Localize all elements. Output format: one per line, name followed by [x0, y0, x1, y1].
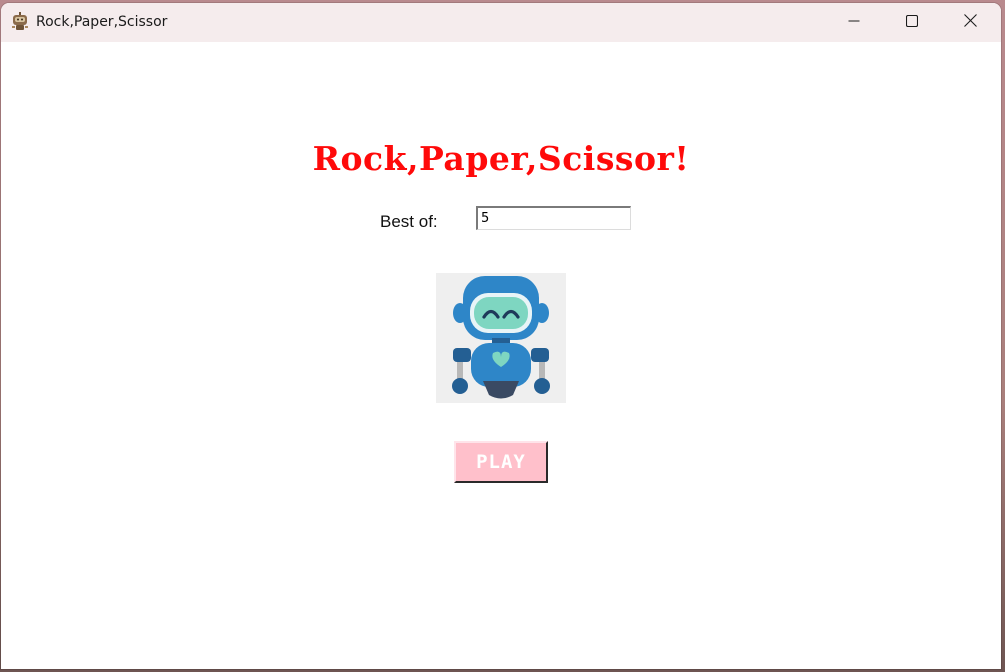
title-bar[interactable]: Rock,Paper,Scissor — [1, 3, 1001, 42]
close-button[interactable] — [941, 3, 999, 42]
maximize-button[interactable] — [883, 3, 941, 42]
robot-illustration — [436, 273, 566, 403]
page-title: Rock,Paper,Scissor! — [312, 139, 690, 178]
close-icon — [963, 13, 977, 32]
minimize-button[interactable] — [825, 3, 883, 42]
robot-app-icon — [10, 12, 30, 32]
minimize-icon — [848, 14, 860, 32]
play-button[interactable]: PLAY — [454, 441, 548, 483]
main-content: Rock,Paper,Scissor! Best of: 5 PLAY — [1, 42, 1001, 669]
best-of-input[interactable] — [476, 206, 631, 230]
maximize-icon — [905, 14, 919, 32]
app-window: Rock,Paper,Scissor Rock,Paper,Scissor! B… — [1, 3, 1001, 669]
window-title: Rock,Paper,Scissor — [36, 14, 168, 30]
best-of-label: Best of: — [380, 212, 438, 231]
